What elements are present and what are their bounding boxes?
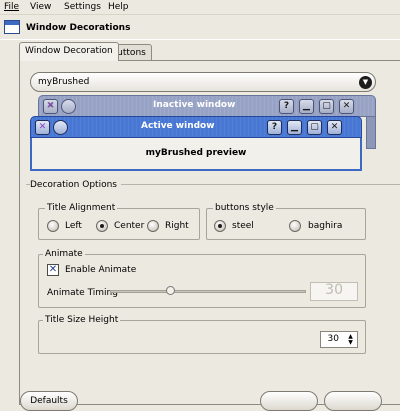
decoration-select[interactable]: myBrushed ▼ <box>30 72 376 92</box>
title-size-spinbox[interactable]: 30 ▲ ▼ <box>320 331 358 348</box>
module-header: Window Decorations <box>0 15 400 42</box>
title-size-label: Title Size Height <box>43 315 121 325</box>
align-center-radio[interactable] <box>96 220 108 232</box>
title-alignment-label: Title Alignment <box>45 203 118 213</box>
menu-icon: ✕ <box>35 120 50 135</box>
minimize-icon: ▁ <box>287 120 302 135</box>
animate-label: Animate <box>43 249 85 259</box>
dialog-button-2[interactable] <box>324 391 382 411</box>
menu-icon: ✕ <box>43 99 58 114</box>
maximize-icon: ▢ <box>307 120 322 135</box>
active-window-title: Active window <box>141 121 215 131</box>
style-steel-radio[interactable] <box>214 220 226 232</box>
menubar: File View Settings Help <box>0 0 400 15</box>
align-right-label: Right <box>165 221 189 231</box>
style-baghira-radio[interactable] <box>289 220 301 232</box>
title-alignment-group: Title Alignment Left Center Right <box>38 203 200 240</box>
decoration-options-label: Decoration Options <box>30 180 121 190</box>
enable-animate-checkbox[interactable]: ✕ <box>47 264 59 276</box>
menu-file[interactable]: File <box>4 2 19 12</box>
window-decorations-icon <box>4 20 20 34</box>
enable-animate-label: Enable Animate <box>65 265 137 275</box>
menu-help[interactable]: Help <box>108 2 129 12</box>
inactive-window-title: Inactive window <box>153 100 236 110</box>
spin-down-icon[interactable]: ▼ <box>345 339 356 346</box>
animate-timing-label: Animate Timing <box>47 288 118 298</box>
inactive-window-edge <box>366 117 376 149</box>
title-size-value: 30 <box>327 334 339 344</box>
close-icon: ✕ <box>327 120 342 135</box>
help-icon: ? <box>267 120 282 135</box>
decoration-select-value: myBrushed <box>38 77 90 87</box>
align-left-label: Left <box>65 221 82 231</box>
align-right-radio[interactable] <box>147 220 159 232</box>
close-icon: ✕ <box>339 99 354 114</box>
defaults-button[interactable]: Defaults <box>20 391 78 411</box>
header-divider <box>0 39 400 40</box>
style-steel-label: steel <box>232 221 254 231</box>
animate-timing-display: 30 <box>310 282 358 301</box>
tab-window-decoration-label: Window Decoration <box>25 46 113 56</box>
title-size-group: Title Size Height <box>38 315 366 354</box>
sticky-icon <box>61 99 76 114</box>
buttons-style-label: buttons style <box>213 203 276 213</box>
chevron-down-icon: ▼ <box>359 76 372 89</box>
sticky-icon <box>53 120 68 135</box>
menu-view[interactable]: View <box>30 2 51 12</box>
dialog-button-1[interactable] <box>260 391 318 411</box>
minimize-icon: ▁ <box>299 99 314 114</box>
animate-timing-digits: 30 <box>325 282 343 298</box>
inactive-window-titlebar: ✕ Inactive window ? ▁ ▢ ✕ <box>38 95 376 117</box>
decoration-preview: ✕ Inactive window ? ▁ ▢ ✕ ✕ Active windo… <box>30 95 376 175</box>
tab-window-decoration[interactable]: Window Decoration <box>19 42 119 61</box>
align-center-label: Center <box>114 221 145 231</box>
maximize-icon: ▢ <box>319 99 334 114</box>
preview-label: myBrushed preview <box>145 148 247 158</box>
animate-timing-slider[interactable] <box>110 290 306 293</box>
align-left-radio[interactable] <box>47 220 59 232</box>
help-icon: ? <box>279 99 294 114</box>
defaults-button-label: Defaults <box>30 396 68 406</box>
menu-settings[interactable]: Settings <box>64 2 101 12</box>
buttons-style-group: buttons style steel baghira <box>206 203 366 240</box>
style-baghira-label: baghira <box>308 221 343 231</box>
preview-window-body: myBrushed preview <box>30 138 362 171</box>
active-window-titlebar: ✕ Active window ? ▁ ▢ ✕ <box>30 116 362 138</box>
page-title: Window Decorations <box>26 23 131 33</box>
